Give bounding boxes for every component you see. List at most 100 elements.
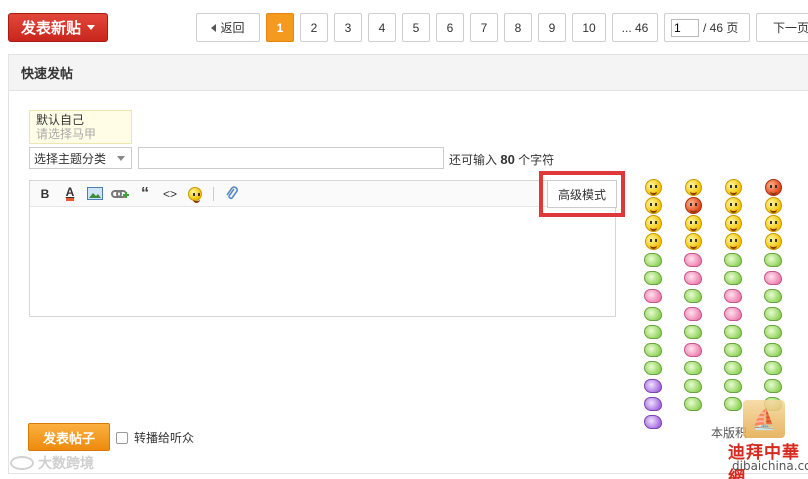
emoticon-item[interactable] — [683, 341, 703, 358]
emoticon-item[interactable] — [643, 179, 663, 196]
emoticon-item[interactable] — [723, 395, 743, 412]
cartoon-emoticon-icon — [684, 360, 702, 375]
submit-post-button[interactable]: 发表帖子 — [28, 423, 110, 451]
page-10-button[interactable]: 10 — [572, 13, 606, 42]
cartoon-emoticon-icon — [684, 252, 702, 267]
page-7-button[interactable]: 7 — [470, 13, 498, 42]
page-6-button[interactable]: 6 — [436, 13, 464, 42]
emoticon-item[interactable] — [643, 287, 663, 304]
page-1-button[interactable]: 1 — [266, 13, 294, 42]
emoticon-item[interactable] — [643, 233, 663, 250]
emoticon-item[interactable] — [683, 215, 703, 232]
emoticon-item[interactable] — [643, 359, 663, 376]
smiley-face-icon — [684, 215, 702, 232]
page-4-button[interactable]: 4 — [368, 13, 396, 42]
bold-button[interactable]: B — [36, 185, 54, 203]
chevron-down-icon — [87, 25, 95, 30]
page-8-button[interactable]: 8 — [504, 13, 532, 42]
last-page-button[interactable]: ... 46 — [612, 13, 658, 42]
attachment-button[interactable] — [223, 185, 241, 203]
emoticon-item[interactable] — [643, 197, 663, 214]
emoticon-item[interactable] — [763, 269, 783, 286]
emoticon-item[interactable] — [723, 341, 743, 358]
emoticon-item[interactable] — [643, 323, 663, 340]
quote-button[interactable]: “ — [136, 185, 154, 203]
emoticon-item — [683, 413, 703, 430]
smiley-button[interactable] — [186, 185, 204, 203]
cartoon-emoticon-icon — [764, 252, 782, 267]
char-left-suffix: 个字符 — [518, 153, 555, 167]
emoticon-item[interactable] — [723, 251, 743, 268]
cartoon-emoticon-icon — [764, 378, 782, 393]
emoticon-item[interactable] — [763, 341, 783, 358]
emoticon-item[interactable] — [763, 287, 783, 304]
page-jump-input[interactable] — [671, 18, 699, 37]
char-counter: 还可输入 80 个字符 — [449, 151, 554, 168]
back-button[interactable]: 返回 — [196, 13, 260, 42]
emoticon-item[interactable] — [683, 251, 703, 268]
emoticon-item[interactable] — [763, 197, 783, 214]
code-button[interactable]: <> — [161, 185, 179, 203]
forward-checkbox[interactable] — [116, 431, 128, 444]
emoticon-item[interactable] — [763, 215, 783, 232]
page-3-button[interactable]: 3 — [334, 13, 362, 42]
emoticon-item[interactable] — [763, 377, 783, 394]
cartoon-emoticon-icon — [644, 396, 662, 411]
advanced-mode-button[interactable]: 高级模式 — [547, 180, 617, 208]
emoticon-item[interactable] — [643, 377, 663, 394]
next-page-button[interactable]: 下一页 — [756, 13, 808, 42]
font-color-button[interactable]: A — [61, 185, 79, 203]
emoticon-item[interactable] — [723, 197, 743, 214]
emoticon-item[interactable] — [723, 377, 743, 394]
emoticon-item[interactable] — [643, 413, 663, 430]
watermark-left-text: 大数跨境 — [38, 455, 94, 471]
emoticon-item[interactable] — [763, 305, 783, 322]
emoticon-item[interactable] — [723, 215, 743, 232]
emoticon-item[interactable] — [763, 233, 783, 250]
emoticon-item[interactable] — [723, 287, 743, 304]
page-2-button[interactable]: 2 — [300, 13, 328, 42]
emoticon-item[interactable] — [723, 305, 743, 322]
emoticon-item[interactable] — [723, 359, 743, 376]
emoticon-item[interactable] — [683, 233, 703, 250]
page-number: 2 — [310, 20, 318, 35]
emoticon-item[interactable] — [683, 305, 703, 322]
emoticon-item[interactable] — [683, 395, 703, 412]
emoticon-item[interactable] — [683, 287, 703, 304]
cartoon-emoticon-icon — [724, 360, 742, 375]
identity-picker[interactable]: 默认自己 请选择马甲 — [29, 110, 132, 144]
emoticon-item[interactable] — [683, 377, 703, 394]
emoticon-item[interactable] — [683, 269, 703, 286]
emoticon-item[interactable] — [683, 359, 703, 376]
page-number: 9 — [548, 20, 556, 35]
cartoon-emoticon-icon — [724, 270, 742, 285]
emoticon-item[interactable] — [763, 251, 783, 268]
forward-option[interactable]: 转播给听众 — [116, 429, 194, 446]
image-button[interactable] — [86, 185, 104, 203]
emoticon-item[interactable] — [643, 269, 663, 286]
emoticon-item[interactable] — [643, 305, 663, 322]
emoticon-item[interactable] — [643, 215, 663, 232]
emoticon-item[interactable] — [723, 179, 743, 196]
code-icon: <> — [162, 186, 177, 201]
emoticon-item[interactable] — [683, 179, 703, 196]
emoticon-item[interactable] — [763, 359, 783, 376]
emoticon-item[interactable] — [723, 269, 743, 286]
emoticon-item[interactable] — [643, 341, 663, 358]
emoticon-item[interactable] — [643, 395, 663, 412]
chevron-down-icon — [117, 155, 125, 161]
emoticon-item[interactable] — [683, 323, 703, 340]
emoticon-item[interactable] — [763, 323, 783, 340]
emoticon-item[interactable] — [723, 323, 743, 340]
link-button[interactable] — [111, 185, 129, 203]
emoticon-item[interactable] — [683, 197, 703, 214]
topic-category-select[interactable]: 选择主题分类 — [29, 147, 132, 169]
emoticon-item[interactable] — [643, 251, 663, 268]
topic-select-label: 选择主题分类 — [34, 151, 107, 166]
emoticon-item[interactable] — [723, 233, 743, 250]
new-post-button[interactable]: 发表新贴 — [8, 13, 108, 42]
emoticon-item[interactable] — [763, 179, 783, 196]
page-5-button[interactable]: 5 — [402, 13, 430, 42]
page-9-button[interactable]: 9 — [538, 13, 566, 42]
post-title-input[interactable] — [138, 147, 444, 169]
